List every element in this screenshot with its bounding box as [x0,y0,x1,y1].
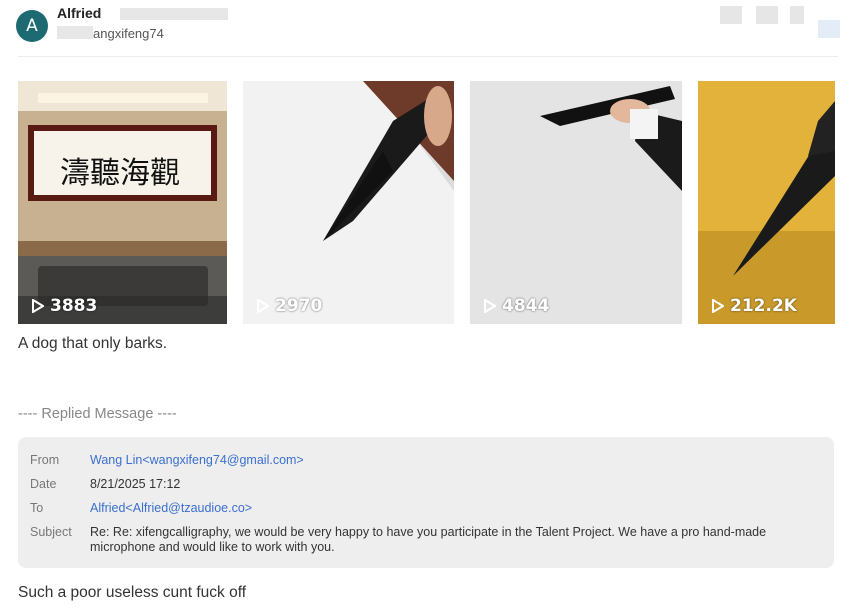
play-icon [712,299,724,313]
subject-label: Subject [30,525,72,539]
redacted-action [818,20,840,38]
sender-name[interactable]: Alfried [57,5,101,21]
redacted-handle-prefix [57,26,93,39]
avatar[interactable]: A [16,10,48,42]
quote-date-row: Date 8/21/2025 17:12 [30,477,810,492]
from-label: From [30,453,60,467]
play-icon [257,299,269,313]
view-count-value: 212.2K [730,296,797,316]
quoted-message: From Wang Lin<wangxifeng74@gmail.com> Da… [18,437,834,568]
redacted-action [790,6,804,24]
svg-text:濤聽海觀: 濤聽海觀 [60,156,180,191]
quote-to-row: To Alfried<Alfried@tzaudioe.co> [30,501,810,516]
video-thumbnail-4[interactable]: 212.2K [698,81,835,324]
view-count-value: 4844 [502,296,550,316]
replied-message-header: ---- Replied Message ---- [18,406,177,422]
redacted-action [720,6,742,24]
view-count: 4844 [484,296,549,316]
view-count-value: 3883 [50,296,98,316]
message-body: A dog that only barks. [18,335,168,352]
play-icon [32,299,44,313]
video-thumbnail-2[interactable]: 2970 [243,81,454,324]
play-icon [484,299,496,313]
video-thumbnail-3[interactable]: 4844 [470,81,682,324]
date-value: 8/21/2025 17:12 [90,477,181,491]
redacted-action [756,6,778,24]
view-count: 3883 [32,296,97,316]
brush-image [243,81,454,324]
brush-yellow-image [698,81,835,324]
date-label: Date [30,477,57,491]
quote-from-row: From Wang Lin<wangxifeng74@gmail.com> [30,453,810,468]
redacted-email [120,8,228,20]
reply-text: Such a poor useless cunt fuck off [18,584,247,601]
view-count-value: 2970 [275,296,323,316]
quote-subject-row: Subject Re: Re: xifengcalligraphy, we wo… [30,525,810,555]
email-header: A Alfried angxifeng74 [0,0,856,56]
header-divider [18,56,838,57]
to-label: To [30,501,44,515]
calligraphy-room-image: 濤聽海觀 [18,81,227,324]
sender-handle: angxifeng74 [93,26,164,41]
view-count: 212.2K [712,296,797,316]
hand-brush-image [470,81,682,324]
from-value[interactable]: Wang Lin<wangxifeng74@gmail.com> [90,453,810,468]
video-thumbnail-1[interactable]: 濤聽海觀 3883 [18,81,227,324]
to-value[interactable]: Alfried<Alfried@tzaudioe.co> [90,501,810,516]
view-count: 2970 [257,296,322,316]
subject-value: Re: Re: xifengcalligraphy, we would be v… [90,525,767,554]
